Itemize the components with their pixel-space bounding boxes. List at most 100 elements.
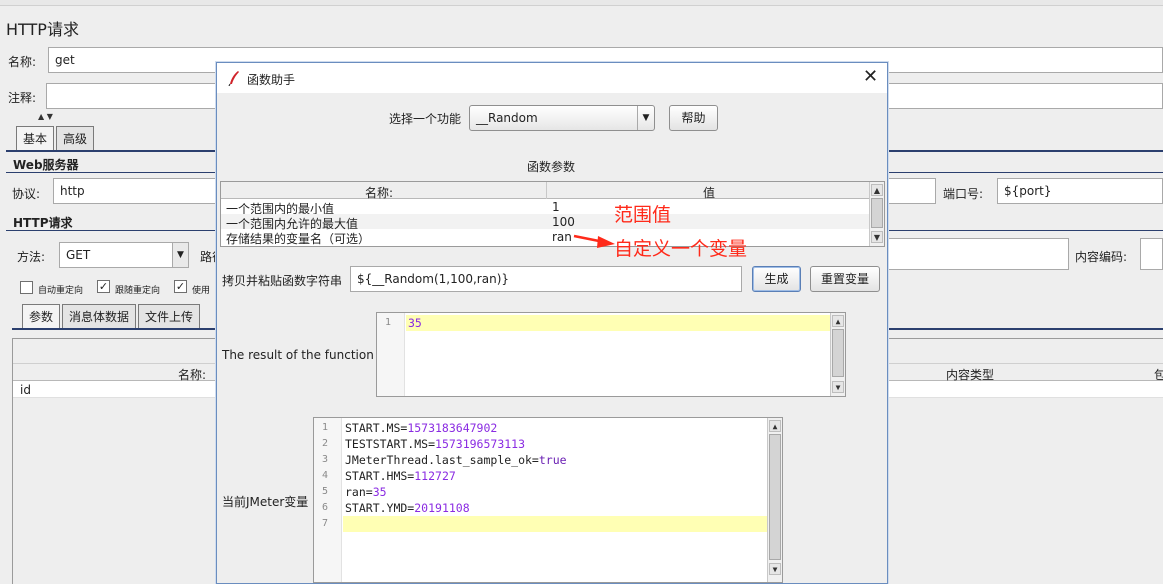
line-number: 6 bbox=[322, 502, 329, 513]
var-value: 1573183647902 bbox=[407, 421, 498, 435]
vars-editor[interactable]: 1 START.MS=1573183647902 2 TESTSTART.MS=157… bbox=[313, 417, 783, 583]
method-select[interactable]: GET ▼ bbox=[59, 242, 189, 268]
var-value: 112727 bbox=[414, 469, 456, 483]
copy-label: 拷贝并粘贴函数字符串 bbox=[222, 274, 343, 288]
scroll-thumb[interactable] bbox=[769, 434, 781, 560]
annotation-arrow-icon bbox=[573, 234, 615, 248]
table-row[interactable]: 一个范围内的最小值 1 bbox=[221, 199, 869, 216]
tab-advanced[interactable]: 高级 bbox=[56, 126, 95, 151]
line-number: 2 bbox=[322, 438, 329, 449]
result-editor[interactable]: 1 35 ▲ ▼ bbox=[376, 312, 846, 397]
port-label: 端口号: bbox=[943, 187, 984, 201]
tab-basic[interactable]: 基本 bbox=[16, 126, 55, 151]
feather-icon bbox=[228, 71, 239, 86]
result-label: The result of the function is bbox=[222, 348, 388, 362]
vars-label: 当前JMeter变量 bbox=[222, 495, 309, 509]
function-params-table: 名称: 值 一个范围内的最小值 1 一个范围内允许的最大值 100 存储结果的变… bbox=[220, 181, 885, 247]
line-number: 5 bbox=[322, 486, 329, 497]
param-name: 存储结果的变量名（可选） bbox=[226, 232, 371, 246]
var-line: JMeterThread.last_sample_ok=true bbox=[345, 453, 567, 467]
choose-function-label: 选择一个功能 bbox=[389, 112, 462, 126]
auto-redirect-checkbox[interactable] bbox=[20, 281, 33, 294]
protocol-field[interactable]: http bbox=[53, 178, 223, 204]
var-value: true bbox=[538, 453, 567, 467]
help-button[interactable]: 帮助 bbox=[669, 105, 718, 131]
var-line: START.YMD=20191108 bbox=[345, 501, 470, 515]
splitter-arrows-icon[interactable]: ▲ ▼ bbox=[38, 112, 53, 121]
generate-button[interactable]: 生成 bbox=[752, 266, 801, 292]
method-label: 方法: bbox=[17, 250, 46, 264]
table-row[interactable]: 一个范围内允许的最大值 100 bbox=[221, 214, 869, 231]
vars-scrollbar[interactable]: ▲ ▼ bbox=[767, 418, 782, 582]
close-icon[interactable]: ✕ bbox=[863, 66, 878, 88]
follow-redirect-label: 跟随重定向 bbox=[115, 286, 161, 296]
var-line: START.HMS=112727 bbox=[345, 469, 456, 483]
params-header-row: 名称: 值 bbox=[221, 182, 869, 200]
var-key: START.YMD= bbox=[345, 501, 415, 515]
function-select[interactable]: __Random ▼ bbox=[469, 105, 655, 131]
result-current-line bbox=[406, 315, 830, 331]
params-title: 函数参数 bbox=[527, 160, 576, 174]
result-scrollbar[interactable]: ▲ ▼ bbox=[830, 313, 845, 396]
tab-parameters[interactable]: 参数 bbox=[22, 304, 61, 329]
content-encoding-field[interactable] bbox=[1140, 238, 1163, 270]
function-select-value: __Random bbox=[476, 111, 538, 125]
table-row-name: id bbox=[20, 383, 31, 397]
server-field-right[interactable] bbox=[886, 178, 936, 204]
var-key: START.MS= bbox=[345, 421, 408, 435]
param-value: 100 bbox=[552, 215, 575, 229]
var-key: START.HMS= bbox=[345, 469, 415, 483]
line-number: 4 bbox=[322, 470, 329, 481]
tab-file-upload[interactable]: 文件上传 bbox=[138, 304, 201, 329]
var-value: 35 bbox=[372, 485, 387, 499]
var-value: 1573196573113 bbox=[435, 437, 526, 451]
var-line: START.MS=1573183647902 bbox=[345, 421, 497, 435]
auto-redirect-label: 自动重定向 bbox=[38, 286, 84, 296]
follow-redirect-checkbox[interactable]: ✓ bbox=[97, 280, 110, 293]
var-value: 20191108 bbox=[414, 501, 470, 515]
scroll-up-icon[interactable]: ▲ bbox=[832, 315, 844, 327]
scroll-up-icon[interactable]: ▲ bbox=[769, 420, 781, 432]
http-request-header: HTTP请求 bbox=[13, 216, 73, 230]
range-annotation: 范围值 bbox=[614, 204, 672, 226]
var-key: TESTSTART.MS= bbox=[345, 437, 436, 451]
line-number: 7 bbox=[322, 518, 329, 529]
page-title: HTTP请求 bbox=[6, 20, 79, 39]
line-number: 1 bbox=[322, 422, 329, 433]
path-field-right[interactable] bbox=[886, 238, 1069, 270]
var-key: ran= bbox=[345, 485, 373, 499]
method-value: GET bbox=[66, 248, 91, 262]
chevron-down-icon: ▼ bbox=[172, 243, 188, 267]
comment-label: 注释: bbox=[8, 91, 37, 105]
result-line: 35 bbox=[408, 316, 422, 330]
scroll-up-icon[interactable]: ▲ bbox=[871, 184, 883, 196]
var-key: JMeterThread.last_sample_ok= bbox=[345, 453, 539, 467]
param-value: 1 bbox=[552, 200, 560, 214]
function-string-field[interactable]: ${__Random(1,100,ran)} bbox=[350, 266, 742, 292]
use-keepalive-label: 使用 bbox=[192, 286, 211, 296]
table-row[interactable]: 存储结果的变量名（可选） ran bbox=[221, 229, 869, 246]
chevron-down-icon: ▼ bbox=[637, 106, 654, 130]
tab-body-data[interactable]: 消息体数据 bbox=[62, 304, 137, 329]
reset-variables-button[interactable]: 重置变量 bbox=[810, 266, 880, 292]
function-helper-dialog: 函数助手 ✕ 选择一个功能 __Random ▼ 帮助 函数参数 名称: 值 一… bbox=[216, 62, 888, 584]
scroll-down-icon[interactable]: ▼ bbox=[871, 231, 883, 243]
protocol-label: 协议: bbox=[12, 187, 41, 201]
dialog-title: 函数助手 bbox=[247, 73, 296, 87]
path-label: 路径 bbox=[200, 250, 216, 264]
use-keepalive-checkbox[interactable]: ✓ bbox=[174, 280, 187, 293]
scroll-down-icon[interactable]: ▼ bbox=[832, 381, 844, 393]
scroll-down-icon[interactable]: ▼ bbox=[769, 563, 781, 575]
params-scrollbar[interactable]: ▲ ▼ bbox=[869, 182, 884, 246]
variable-annotation: 自定义一个变量 bbox=[614, 238, 748, 260]
top-strip bbox=[0, 0, 1163, 6]
var-line: ran=35 bbox=[345, 485, 387, 499]
dialog-titlebar[interactable]: 函数助手 ✕ bbox=[217, 63, 887, 93]
scroll-thumb[interactable] bbox=[832, 329, 844, 377]
header-divider bbox=[546, 182, 547, 199]
scroll-thumb[interactable] bbox=[871, 198, 883, 228]
port-field[interactable]: ${port} bbox=[997, 178, 1163, 204]
var-line: TESTSTART.MS=1573196573113 bbox=[345, 437, 525, 451]
line-number: 3 bbox=[322, 454, 329, 465]
content-encoding-label: 内容编码: bbox=[1075, 250, 1128, 264]
